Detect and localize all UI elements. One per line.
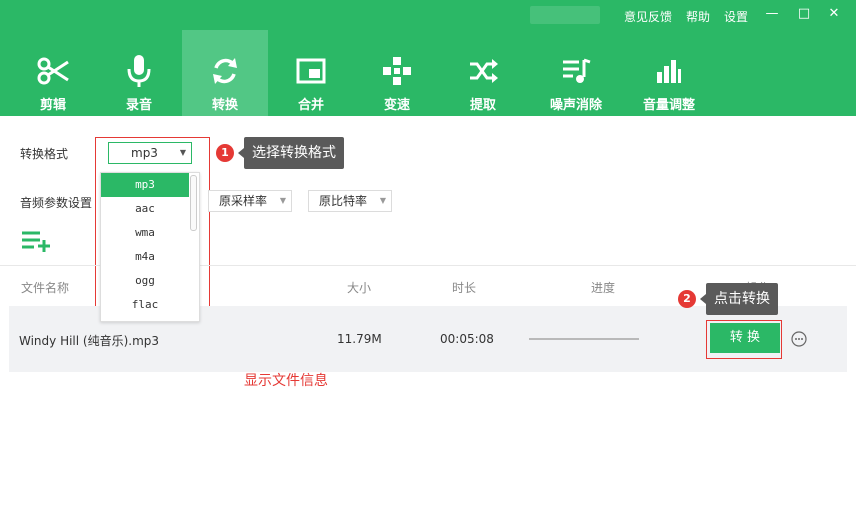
bit-rate-value: 原比特率 — [319, 194, 368, 208]
format-option-aac[interactable]: aac — [101, 197, 189, 221]
step2-badge: 2 — [678, 290, 696, 308]
format-label: 转换格式 — [20, 147, 69, 161]
sample-rate-select[interactable]: 原采样率 ▼ — [208, 190, 292, 212]
blurred-region — [530, 6, 600, 24]
merge-icon — [294, 54, 328, 88]
extract-icon — [466, 54, 500, 88]
tool-merge[interactable]: 合并 — [268, 30, 354, 116]
feedback-link[interactable]: 意见反馈 — [624, 8, 672, 25]
format-option-m4a[interactable]: m4a — [101, 245, 189, 269]
header-duration: 时长 — [452, 281, 477, 295]
help-link[interactable]: 帮助 — [686, 8, 710, 25]
tool-label: 音量调整 — [642, 98, 695, 113]
tool-record[interactable]: 录音 — [96, 30, 182, 116]
tool-label: 提取 — [469, 98, 496, 113]
settings-link[interactable]: 设置 — [724, 8, 748, 25]
tool-volume-adjust[interactable]: 音量调整 — [626, 30, 712, 116]
tool-cut[interactable]: 剪辑 — [10, 30, 96, 116]
chevron-down-icon: ▼ — [379, 196, 386, 205]
tool-label: 转换 — [211, 98, 238, 113]
main-toolbar: 剪辑 录音 转换 合并 变速 提取 噪声消除 音量调整 — [0, 30, 856, 116]
audio-params-label: 音频参数设置 — [20, 196, 93, 210]
tool-label: 变速 — [383, 98, 410, 113]
progress-bar — [529, 338, 639, 340]
sample-rate-value: 原采样率 — [219, 194, 268, 208]
maximize-button[interactable]: □ — [792, 4, 816, 24]
format-option-wma[interactable]: wma — [101, 221, 189, 245]
speed-icon — [380, 54, 414, 88]
step2-tooltip: 点击转换 — [700, 283, 778, 315]
file-name: Windy Hill (纯音乐).mp3 — [19, 334, 160, 348]
noise-reduction-icon — [559, 54, 593, 88]
title-links: 意见反馈 帮助 设置 — [624, 8, 748, 25]
tool-noise-reduction[interactable]: 噪声消除 — [526, 30, 626, 116]
format-option-mp3[interactable]: mp3 — [101, 173, 189, 197]
step1-badge: 1 — [216, 144, 234, 162]
scissors-icon — [36, 54, 70, 88]
header-size: 大小 — [347, 281, 372, 295]
add-file-icon[interactable] — [22, 230, 50, 252]
microphone-icon — [122, 54, 156, 88]
file-size: 11.79M — [337, 332, 382, 346]
header-name: 文件名称 — [21, 281, 70, 295]
bit-rate-select[interactable]: 原比特率 ▼ — [308, 190, 392, 212]
format-option-flac[interactable]: flac — [101, 293, 189, 317]
convert-icon — [208, 54, 242, 88]
format-dropdown-list: mp3 aac wma m4a ogg flac — [100, 172, 200, 322]
tool-convert[interactable]: 转换 — [182, 30, 268, 116]
minimize-button[interactable]: — — [760, 4, 784, 24]
convert-button[interactable]: 转 换 — [710, 323, 780, 353]
step1-tooltip: 选择转换格式 — [238, 137, 344, 169]
close-button[interactable]: ✕ — [822, 4, 846, 24]
tool-label: 录音 — [125, 98, 152, 113]
format-option-ogg[interactable]: ogg — [101, 269, 189, 293]
tool-label: 合并 — [297, 98, 324, 113]
tool-label: 噪声消除 — [549, 98, 602, 113]
tool-extract[interactable]: 提取 — [440, 30, 526, 116]
chevron-down-icon: ▼ — [279, 196, 286, 205]
tool-speed[interactable]: 变速 — [354, 30, 440, 116]
header-progress: 进度 — [591, 281, 616, 295]
more-options-icon[interactable] — [791, 331, 807, 347]
tool-label: 剪辑 — [39, 98, 66, 113]
volume-adjust-icon — [652, 54, 686, 88]
file-duration: 00:05:08 — [440, 332, 494, 346]
dropdown-scrollbar[interactable] — [190, 175, 197, 231]
file-info-note: 显示文件信息 — [244, 373, 328, 389]
title-bar: 意见反馈 帮助 设置 — □ ✕ — [0, 0, 856, 30]
